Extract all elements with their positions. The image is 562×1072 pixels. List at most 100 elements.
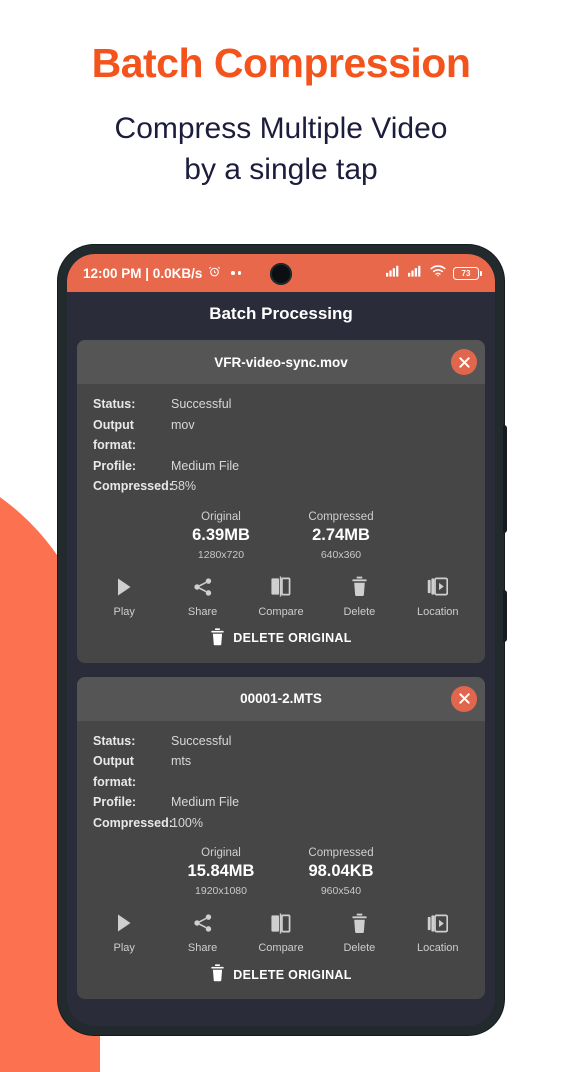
close-circle-icon[interactable]	[451, 349, 477, 375]
status-bar-left: 12:00 PM | 0.0KB/s	[83, 265, 242, 281]
detail-row: Status: Successful	[77, 394, 485, 415]
detail-row: Profile: Medium File	[77, 456, 485, 477]
compressed-size-column: Compressed 98.04KB 960x540	[298, 847, 384, 897]
trash-icon	[210, 964, 225, 985]
action-delete[interactable]: Delete	[324, 575, 394, 618]
trash-icon	[324, 911, 394, 935]
promo-subline-line1: Compress Multiple Video	[114, 112, 448, 145]
original-dimensions: 1280x720	[197, 548, 245, 561]
card-body: Status: Successful Output format: mov Pr…	[77, 384, 485, 663]
batch-item-card: VFR-video-sync.mov Status: Successful Ou…	[77, 340, 485, 663]
action-location[interactable]: Location	[403, 575, 473, 618]
action-compare[interactable]: Compare	[246, 575, 316, 618]
card-header: 00001-2.MTS	[77, 676, 485, 721]
compare-icon	[246, 575, 316, 599]
detail-value: Medium File	[171, 458, 240, 473]
promo-subline-line2: by a single tap	[184, 153, 378, 187]
action-label: Location	[416, 942, 459, 954]
card-header: VFR-video-sync.mov	[77, 340, 485, 384]
promo-headline: Batch Compression	[91, 40, 471, 86]
share-icon	[168, 911, 238, 935]
action-label: Delete	[343, 605, 376, 618]
action-play[interactable]: Play	[89, 911, 159, 954]
batch-list[interactable]: VFR-video-sync.mov Status: Successful Ou…	[67, 336, 495, 1026]
detail-row: Status: Successful	[77, 731, 485, 752]
detail-key: Compressed:	[93, 815, 173, 830]
promo-subline: Compress Multiple Video by a single tap	[0, 108, 562, 191]
compressed-label: Compressed	[308, 510, 374, 523]
detail-row: Compressed: 58%	[77, 476, 485, 497]
action-share[interactable]: Share	[168, 575, 238, 618]
action-location[interactable]: Location	[403, 911, 473, 954]
original-label: Original	[201, 510, 241, 523]
more-dots-icon	[231, 271, 242, 275]
detail-key: Status:	[93, 397, 136, 411]
alarm-icon	[208, 265, 221, 281]
batch-item-card: 00001-2.MTS Status: Successful Output fo…	[77, 676, 485, 999]
phone-mockup: 12:00 PM | 0.0KB/s 73 Batch Processing V…	[58, 245, 507, 1035]
detail-value: mov	[171, 417, 195, 432]
trash-icon	[324, 575, 394, 599]
compressed-size-value: 2.74MB	[312, 525, 370, 544]
phone-screen: 12:00 PM | 0.0KB/s 73 Batch Processing V…	[67, 254, 495, 1026]
battery-indicator: 73	[453, 266, 482, 280]
file-name-label: VFR-video-sync.mov	[214, 354, 348, 370]
signal-bars-icon	[386, 264, 401, 282]
action-compare[interactable]: Compare	[246, 911, 316, 954]
battery-level-label: 73	[461, 268, 471, 278]
original-dimensions: 1920x1080	[195, 885, 247, 897]
detail-value: Successful	[171, 397, 232, 411]
signal-bars-icon	[408, 264, 423, 282]
file-name-label: 00001-2.MTS	[240, 691, 322, 706]
status-time-speed: 12:00 PM | 0.0KB/s	[83, 265, 203, 281]
card-action-bar: Play Share Compare Delete Location	[77, 575, 485, 618]
size-comparison: Original 6.39MB 1280x720 Compressed 2.74…	[77, 511, 485, 561]
close-circle-icon[interactable]	[451, 685, 477, 712]
action-label: Play	[113, 942, 135, 954]
action-label: Compare	[258, 605, 304, 618]
compare-icon	[246, 911, 316, 935]
action-label: Delete	[343, 942, 376, 954]
original-size-column: Original 6.39MB 1280x720	[178, 511, 264, 561]
original-size-value: 15.84MB	[187, 862, 255, 880]
original-label: Original	[201, 847, 241, 859]
compressed-label: Compressed	[308, 847, 374, 859]
action-play[interactable]: Play	[89, 575, 159, 618]
detail-key: Profile:	[93, 795, 137, 809]
play-icon	[89, 575, 159, 599]
detail-key: Profile:	[93, 458, 137, 473]
size-comparison: Original 15.84MB 1920x1080 Compressed 98…	[77, 847, 485, 897]
compressed-size-value: 98.04KB	[308, 862, 374, 880]
detail-value: mts	[171, 754, 192, 768]
card-action-bar: Play Share Compare Delete Location	[77, 911, 485, 954]
phone-volume-button[interactable]	[503, 425, 507, 533]
detail-row: Output format: mov	[77, 415, 485, 456]
play-icon	[89, 911, 159, 935]
trash-icon	[210, 627, 225, 649]
detail-value: 58%	[171, 479, 197, 493]
action-share[interactable]: Share	[168, 911, 238, 954]
action-delete[interactable]: Delete	[324, 911, 394, 954]
status-bar-right: 73	[386, 264, 482, 282]
detail-key: Output format:	[93, 754, 137, 789]
action-label: Location	[416, 605, 459, 618]
video-library-icon	[403, 911, 473, 935]
status-bar: 12:00 PM | 0.0KB/s 73	[67, 254, 495, 292]
compressed-dimensions: 960x540	[320, 885, 362, 897]
wifi-icon	[430, 264, 446, 282]
delete-original-label: DELETE ORIGINAL	[233, 631, 352, 645]
compressed-dimensions: 640x360	[320, 548, 362, 561]
delete-original-label: DELETE ORIGINAL	[233, 967, 352, 982]
delete-original-button[interactable]: DELETE ORIGINAL	[77, 627, 485, 663]
detail-value: Medium File	[171, 795, 240, 809]
detail-row: Output format: mts	[77, 751, 485, 792]
detail-key: Status:	[93, 733, 136, 748]
phone-power-button[interactable]	[503, 590, 507, 642]
detail-value: Successful	[171, 733, 232, 748]
detail-row: Profile: Medium File	[77, 792, 485, 813]
delete-original-button[interactable]: DELETE ORIGINAL	[77, 964, 485, 999]
action-label: Share	[187, 942, 218, 954]
app-title-bar: Batch Processing	[67, 292, 495, 336]
video-library-icon	[403, 575, 473, 599]
detail-key: Output format:	[93, 417, 137, 453]
